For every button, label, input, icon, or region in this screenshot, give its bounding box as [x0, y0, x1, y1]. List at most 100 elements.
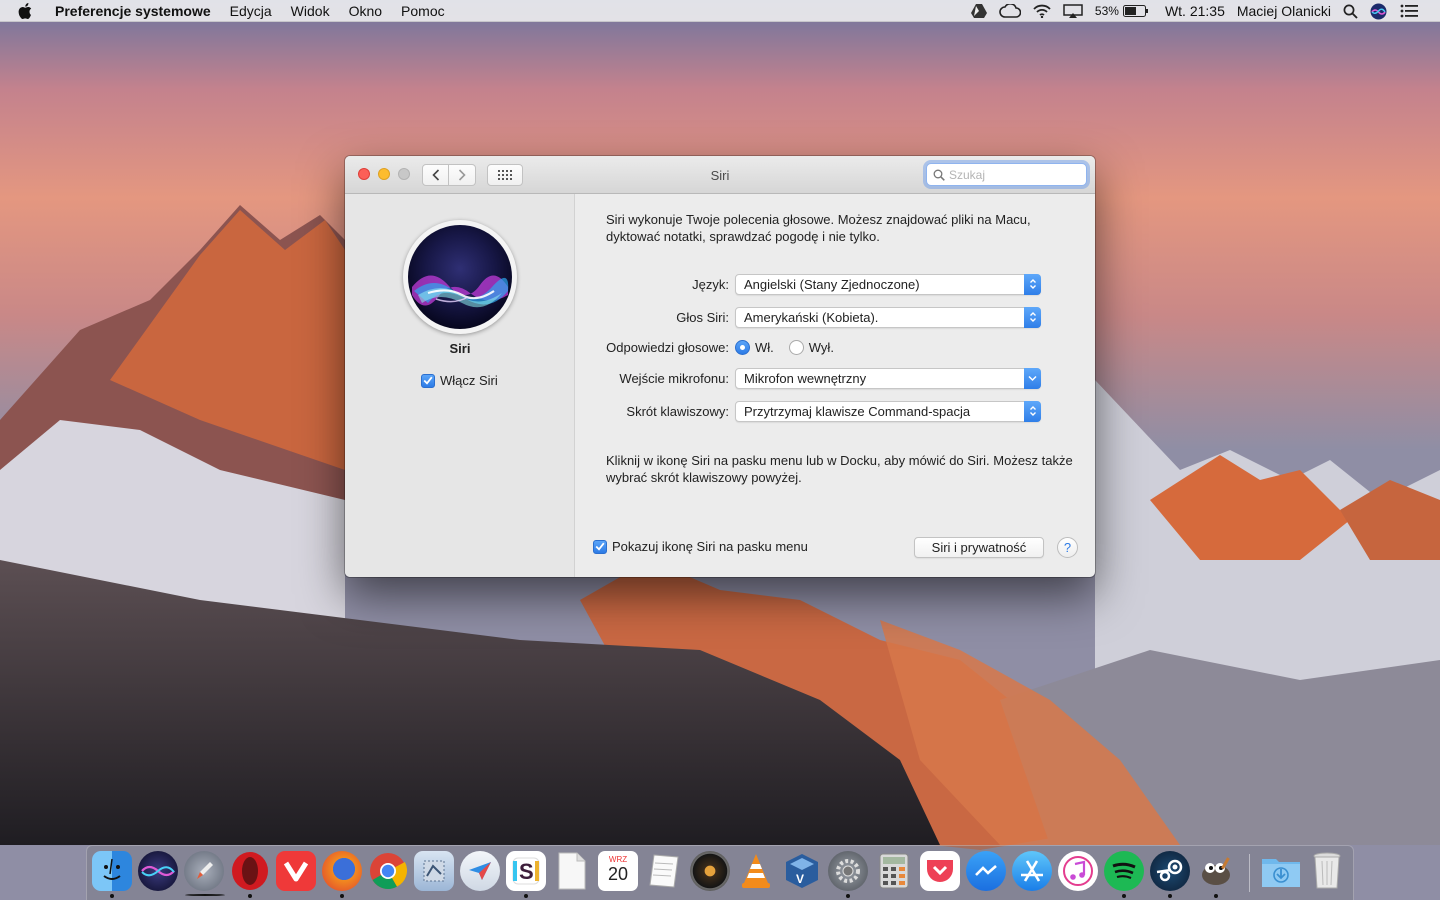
vivaldi-icon[interactable] [276, 851, 316, 891]
apple-menu-icon[interactable] [18, 2, 38, 19]
menu-window[interactable]: Okno [349, 3, 382, 19]
spotlight-icon[interactable] [1343, 4, 1358, 19]
siri-preferences-window: Siri Szukaj Siri Włącz Siri Siri wykonuj… [345, 156, 1095, 577]
menu-help[interactable]: Pomoc [401, 3, 445, 19]
firefox-icon[interactable] [322, 851, 362, 891]
menu-app-name[interactable]: Preferencje systemowe [55, 3, 211, 19]
finder-icon[interactable] [92, 851, 132, 891]
voice-row: Głos Siri: Amerykański (Kobieta). [576, 306, 1041, 328]
calendar-icon[interactable]: WRZ 20 [598, 851, 638, 891]
messenger-icon[interactable] [966, 851, 1006, 891]
gimp-icon[interactable] [1196, 851, 1236, 891]
search-input[interactable] [949, 167, 1079, 182]
launchpad-icon[interactable] [184, 851, 224, 891]
show-menu-icon-label[interactable]: Pokazuj ikonę Siri na pasku menu [612, 539, 808, 554]
svg-text:V: V [796, 872, 804, 886]
updown-chevron-icon [1024, 306, 1041, 328]
shortcut-row: Skrót klawiszowy: Przytrzymaj klawisze C… [576, 400, 1041, 422]
airplay-icon[interactable] [1063, 4, 1083, 18]
radio-selected-icon [735, 339, 750, 355]
calculator-icon[interactable] [874, 851, 914, 891]
menubar-clock[interactable]: Wt. 21:35 [1165, 3, 1225, 19]
show-menu-icon-checkbox[interactable]: Pokazuj ikonę Siri na pasku menu [593, 539, 808, 554]
siri-privacy-button[interactable]: Siri i prywatność [914, 537, 1044, 558]
trash-icon[interactable] [1307, 851, 1347, 891]
search-icon [933, 169, 945, 181]
app-store-icon[interactable] [1012, 851, 1052, 891]
language-label: Język: [692, 276, 729, 292]
downloads-folder-icon[interactable] [1261, 851, 1301, 891]
siri-usage-hint: Kliknij w ikonę Siri na pasku menu lub w… [606, 453, 1073, 485]
voice-feedback-label: Odpowiedzi głosowe: [606, 339, 729, 355]
checkmark-icon [421, 373, 435, 388]
battery-icon [1122, 5, 1148, 17]
running-indicator [524, 894, 528, 898]
siri-orb-icon [403, 220, 517, 334]
google-drive-icon[interactable] [970, 4, 987, 18]
menubar-user[interactable]: Maciej Olanicki [1237, 3, 1331, 19]
speaker-app-icon[interactable] [690, 851, 730, 891]
help-button[interactable]: ? [1057, 537, 1078, 558]
shortcut-label: Skrót klawiszowy: [626, 403, 729, 419]
siri-menubar-icon[interactable] [1370, 3, 1387, 20]
virtualbox-icon[interactable]: V [782, 851, 822, 891]
voice-value: Amerykański (Kobieta). [744, 309, 879, 325]
enable-siri-checkbox[interactable]: Włącz Siri [421, 373, 498, 388]
mic-value: Mikrofon wewnętrzny [744, 370, 867, 386]
running-indicator [1214, 894, 1218, 898]
system-preferences-icon[interactable] [828, 851, 868, 891]
calendar-month: WRZ [608, 855, 628, 864]
mic-row: Wejście mikrofonu: Mikrofon wewnętrzny [576, 367, 1041, 389]
title-bar[interactable]: Siri [345, 156, 1095, 194]
voice-label: Głos Siri: [676, 309, 729, 325]
siri-description: Siri wykonuje Twoje polecenia głosowe. M… [606, 212, 1031, 244]
notification-center-icon[interactable] [1400, 4, 1418, 18]
slack-icon[interactable]: S [506, 851, 546, 891]
dock: S WRZ 20 V [86, 845, 1354, 900]
feedback-on-label[interactable]: Wł. [755, 340, 774, 355]
dock-separator [1249, 854, 1250, 892]
opera-icon[interactable] [230, 851, 270, 891]
wifi-icon[interactable] [1033, 4, 1051, 18]
menu-edit[interactable]: Edycja [230, 3, 272, 19]
language-select[interactable]: Angielski (Stany Zjednoczone) [735, 273, 1041, 295]
battery-status[interactable]: 53% [1095, 4, 1149, 18]
radio-unselected-icon [788, 339, 804, 355]
language-value: Angielski (Stany Zjednoczone) [744, 276, 920, 292]
calendar-day: 20 [607, 864, 629, 884]
running-indicator [846, 894, 850, 898]
checkmark-icon [593, 539, 607, 554]
running-indicator [1122, 894, 1126, 898]
creative-cloud-icon[interactable] [999, 4, 1021, 18]
pocket-icon[interactable] [920, 851, 960, 891]
enable-siri-label[interactable]: Włącz Siri [440, 373, 498, 388]
menu-view[interactable]: Widok [291, 3, 330, 19]
blank-document-icon[interactable] [552, 851, 592, 891]
search-field[interactable] [926, 163, 1087, 186]
spotify-icon[interactable] [1104, 851, 1144, 891]
chrome-icon[interactable] [368, 851, 408, 891]
feedback-off-radio[interactable]: Wył. [788, 339, 834, 355]
steam-icon[interactable] [1150, 851, 1190, 891]
shortcut-select[interactable]: Przytrzymaj klawisze Command-spacja [735, 400, 1041, 422]
voice-select[interactable]: Amerykański (Kobieta). [735, 306, 1041, 328]
running-indicator [340, 894, 344, 898]
vlc-icon[interactable] [736, 851, 776, 891]
voice-feedback-row: Odpowiedzi głosowe: Wł. Wył. [576, 336, 849, 358]
airmail-icon[interactable] [460, 851, 500, 891]
svg-text:S: S [519, 859, 534, 884]
running-indicator [110, 894, 114, 898]
updown-chevron-icon [1024, 273, 1041, 295]
mail-stamp-icon[interactable] [414, 851, 454, 891]
feedback-off-label[interactable]: Wył. [809, 340, 834, 355]
siri-icon[interactable] [138, 851, 178, 891]
right-pane: Siri wykonuje Twoje polecenia głosowe. M… [576, 194, 1095, 577]
feedback-on-radio[interactable]: Wł. [735, 339, 774, 355]
itunes-icon[interactable] [1058, 851, 1098, 891]
mic-select[interactable]: Mikrofon wewnętrzny [735, 367, 1041, 389]
mic-label: Wejście mikrofonu: [619, 370, 729, 386]
left-pane: Siri Włącz Siri [345, 194, 575, 577]
running-indicator [248, 894, 252, 898]
running-indicator [1168, 894, 1172, 898]
notes-icon[interactable] [644, 851, 684, 891]
